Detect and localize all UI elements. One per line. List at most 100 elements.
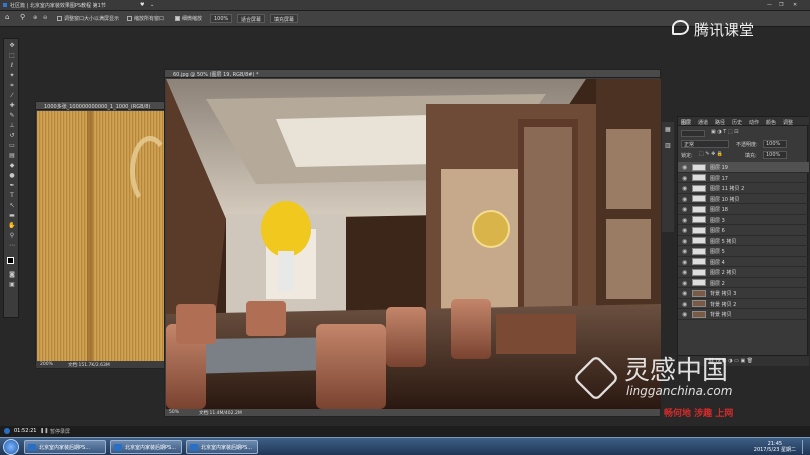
- more-tools-icon[interactable]: ⋯: [8, 242, 16, 249]
- tab-layers[interactable]: 图层: [681, 119, 691, 126]
- tab-history[interactable]: 历史: [732, 119, 742, 126]
- dodge-tool-icon[interactable]: ●: [8, 172, 16, 179]
- history-panel-icon[interactable]: ▦: [665, 126, 671, 133]
- visibility-eye-icon[interactable]: ◉: [682, 269, 687, 276]
- fill-input[interactable]: 100%: [763, 151, 787, 159]
- layer-name[interactable]: 图层 19: [710, 164, 728, 171]
- type-tool-icon[interactable]: T: [8, 192, 16, 199]
- layer-row[interactable]: ◉ 图层 17: [678, 173, 809, 183]
- layer-row[interactable]: ◉ 图层 2: [678, 278, 809, 288]
- gradient-tool-icon[interactable]: ▤: [8, 152, 16, 159]
- layer-row[interactable]: ◉ 图层 4: [678, 257, 809, 267]
- layer-kind-filter[interactable]: [681, 130, 705, 137]
- shape-tool-icon[interactable]: ▬: [8, 212, 16, 219]
- layer-name[interactable]: 图层 18: [710, 206, 728, 213]
- healing-brush-tool-icon[interactable]: ✚: [8, 102, 16, 109]
- layer-name[interactable]: 图层 6: [710, 227, 725, 234]
- brush-tool-icon[interactable]: ✎: [8, 112, 16, 119]
- ps-home-icon[interactable]: ⌂: [5, 13, 9, 21]
- system-clock[interactable]: 21:45 2017/5/23 星期二: [754, 441, 796, 453]
- pause-recording-label[interactable]: 暂停录屏: [50, 428, 70, 435]
- resize-windows-checkbox[interactable]: 调整窗口大小以满屏显示: [57, 15, 119, 22]
- layer-name[interactable]: 图层 10 拷贝: [710, 196, 740, 203]
- taskbar-button[interactable]: 北京室内家装后期PS...: [186, 440, 258, 454]
- layer-name[interactable]: 图层 17: [710, 175, 728, 182]
- layer-row[interactable]: ◉ 图层 11 拷贝 2: [678, 183, 809, 194]
- layer-row[interactable]: ◉ 图层 6: [678, 225, 809, 236]
- blend-mode-select[interactable]: 正常: [681, 140, 729, 148]
- layer-row[interactable]: ◉ 图层 5: [678, 246, 809, 257]
- tab-paths[interactable]: 路径: [715, 119, 725, 126]
- pen-tool-icon[interactable]: ✒: [8, 182, 16, 189]
- layer-name[interactable]: 图层 5 拷贝: [710, 238, 736, 245]
- layer-row[interactable]: ◉ 图层 18: [678, 204, 809, 215]
- layer-name[interactable]: 图层 2 拷贝: [710, 269, 736, 276]
- layer-row[interactable]: ◉ 背景 拷贝 3: [678, 288, 809, 299]
- visibility-eye-icon[interactable]: ◉: [682, 259, 687, 266]
- tab-color[interactable]: 颜色: [766, 119, 776, 126]
- visibility-eye-icon[interactable]: ◉: [682, 238, 687, 245]
- hand-tool-icon[interactable]: ✋: [8, 222, 16, 229]
- document-tab-main[interactable]: 60.jpg @ 50% (图层 19, RGB/8#) *: [165, 70, 660, 78]
- magic-wand-tool-icon[interactable]: ✦: [8, 72, 16, 79]
- show-desktop-button[interactable]: [802, 440, 808, 454]
- quick-mask-icon[interactable]: ◙: [8, 271, 16, 278]
- document-window-left[interactable]: 1000多张_100000000000_1_1000_(RGB/8) 200% …: [35, 101, 170, 369]
- layer-filter-icons[interactable]: ▣ ◑ T ⬚ ⊡: [711, 129, 738, 135]
- taskbar-button[interactable]: 北京室内家装后期PS...: [24, 440, 106, 454]
- properties-panel-icon[interactable]: ▥: [665, 142, 671, 149]
- visibility-eye-icon[interactable]: ◉: [682, 280, 687, 287]
- close-icon[interactable]: ✕: [793, 2, 797, 8]
- fit-screen-button[interactable]: 适合屏幕: [237, 14, 266, 23]
- layer-name[interactable]: 背景 拷贝 3: [710, 290, 736, 297]
- move-tool-icon[interactable]: ✥: [8, 42, 16, 49]
- visibility-eye-icon[interactable]: ◉: [682, 301, 687, 308]
- visibility-eye-icon[interactable]: ◉: [682, 164, 687, 171]
- eyedropper-tool-icon[interactable]: ⁄: [8, 92, 16, 99]
- visibility-eye-icon[interactable]: ◉: [682, 227, 687, 234]
- clone-stamp-tool-icon[interactable]: ⊥: [8, 122, 16, 129]
- layer-row[interactable]: ◉ 背景 拷贝: [678, 309, 809, 320]
- layer-row[interactable]: ◉ 图层 10 拷贝: [678, 194, 809, 204]
- layer-name[interactable]: 图层 2: [710, 280, 725, 287]
- layer-row[interactable]: ◉ 图层 19: [678, 162, 809, 173]
- layer-name[interactable]: 背景 拷贝 2: [710, 301, 736, 308]
- tab-channels[interactable]: 通道: [698, 119, 708, 126]
- tab-actions[interactable]: 动作: [749, 119, 759, 126]
- marquee-tool-icon[interactable]: ⬚: [8, 52, 16, 59]
- fill-screen-button[interactable]: 填充屏幕: [270, 14, 299, 23]
- taskbar-button[interactable]: 北京室内家装后期PS...: [110, 440, 182, 454]
- screen-mode-icon[interactable]: ▣: [8, 281, 16, 288]
- zoom-out-icon[interactable]: ⊖: [43, 15, 47, 21]
- layer-name[interactable]: 背景 拷贝: [710, 311, 732, 318]
- pause-icon[interactable]: ❚❚: [40, 428, 48, 434]
- restore-icon[interactable]: ❐: [779, 2, 783, 8]
- foreground-color-swatch[interactable]: [7, 257, 14, 264]
- zoom-100-button[interactable]: 100%: [210, 14, 233, 23]
- crop-tool-icon[interactable]: ⌗: [8, 82, 16, 89]
- visibility-eye-icon[interactable]: ◉: [682, 248, 687, 255]
- layer-row[interactable]: ◉ 背景 拷贝 2: [678, 299, 809, 309]
- visibility-eye-icon[interactable]: ◉: [682, 196, 687, 203]
- zoom-in-icon[interactable]: ⊕: [33, 15, 37, 21]
- scrubby-zoom-checkbox[interactable]: 细微缩放: [175, 15, 202, 22]
- lasso-tool-icon[interactable]: ℓ: [8, 62, 16, 69]
- start-button-icon[interactable]: [3, 439, 19, 455]
- zoom-all-checkbox[interactable]: 缩放所有窗口: [127, 15, 164, 22]
- layer-row[interactable]: ◉ 图层 5 拷贝: [678, 236, 809, 246]
- path-select-tool-icon[interactable]: ↖: [8, 202, 16, 209]
- visibility-eye-icon[interactable]: ◉: [682, 217, 687, 224]
- layer-name[interactable]: 图层 5: [710, 248, 725, 255]
- layer-row[interactable]: ◉ 图层 2 拷贝: [678, 267, 809, 278]
- visibility-eye-icon[interactable]: ◉: [682, 206, 687, 213]
- opacity-input[interactable]: 100%: [763, 140, 787, 148]
- zoom-tool-icon[interactable]: ⚲: [20, 13, 25, 21]
- layer-name[interactable]: 图层 4: [710, 259, 725, 266]
- visibility-eye-icon[interactable]: ◉: [682, 290, 687, 297]
- blur-tool-icon[interactable]: ◆: [8, 162, 16, 169]
- lock-icons[interactable]: ⬚ ✎ ✥ 🔒: [699, 151, 723, 157]
- minimize-icon[interactable]: —: [767, 2, 772, 8]
- layer-name[interactable]: 图层 11 拷贝 2: [710, 185, 744, 192]
- layer-name[interactable]: 图层 3: [710, 217, 725, 224]
- document-tab-left[interactable]: 1000多张_100000000000_1_1000_(RGB/8): [36, 102, 164, 110]
